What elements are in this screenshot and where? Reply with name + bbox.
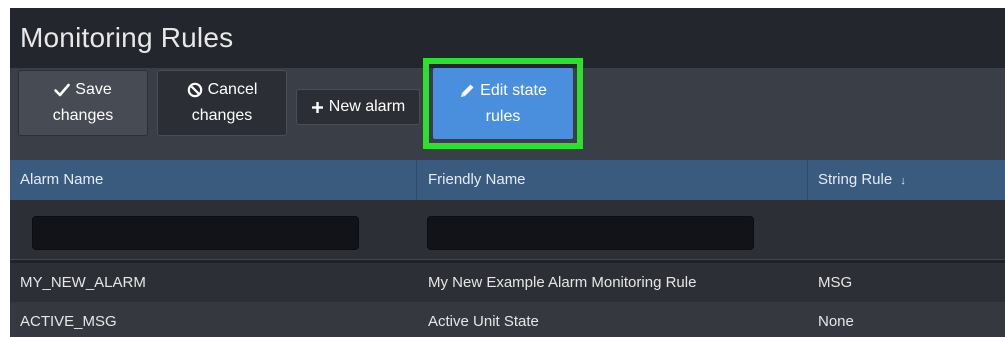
alarm-name-cell: ACTIVE_MSG <box>20 313 117 330</box>
string-rule-cell: None <box>818 313 854 330</box>
table-row[interactable]: MY_NEW_ALARM My New Example Alarm Monito… <box>10 263 1005 302</box>
string-rule-label: String Rule <box>818 171 893 188</box>
table-row[interactable]: ACTIVE_MSG Active Unit State None <box>10 302 1005 337</box>
column-header-friendly-name[interactable]: Friendly Name <box>428 160 526 200</box>
sort-down-icon: ↓ <box>900 175 906 187</box>
alarm-name-filter-input[interactable] <box>32 216 359 250</box>
column-divider <box>807 160 808 200</box>
alarm-name-cell: MY_NEW_ALARM <box>20 274 146 291</box>
filter-row <box>10 200 1005 259</box>
friendly-name-cell: My New Example Alarm Monitoring Rule <box>428 274 697 291</box>
column-divider <box>416 160 417 200</box>
friendly-name-cell: Active Unit State <box>428 313 539 330</box>
row-divider <box>10 259 1005 260</box>
table-header: Alarm Name Friendly Name String Rule ↓ <box>10 160 1005 200</box>
column-header-string-rule[interactable]: String Rule ↓ <box>818 160 906 200</box>
rules-table: Alarm Name Friendly Name String Rule ↓ M… <box>10 8 1005 337</box>
string-rule-cell: MSG <box>818 274 853 291</box>
column-header-alarm-name[interactable]: Alarm Name <box>20 160 103 200</box>
friendly-name-filter-input[interactable] <box>427 216 754 250</box>
